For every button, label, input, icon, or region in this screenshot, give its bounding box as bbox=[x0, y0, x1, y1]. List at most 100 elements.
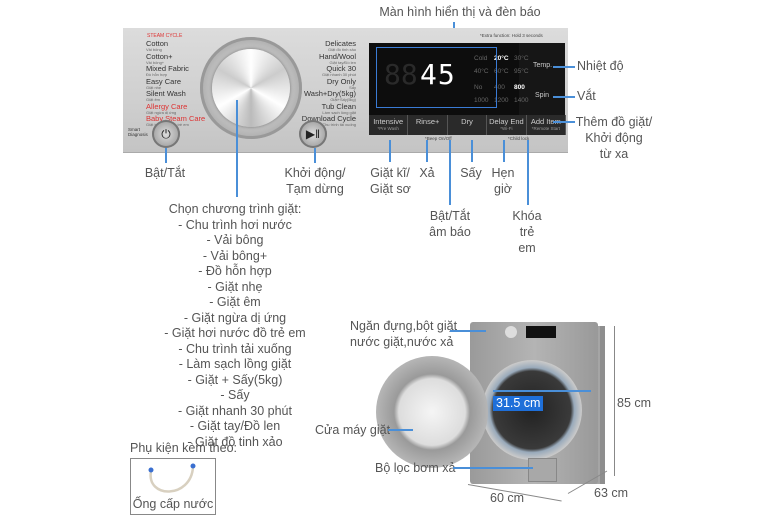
callout-line bbox=[388, 429, 413, 431]
dial-program-label: Quick 30 Giặt nhanh 30 phút bbox=[321, 64, 356, 77]
callout-line bbox=[553, 121, 575, 123]
dial-knob[interactable] bbox=[212, 49, 290, 127]
callout-text: Thêm đồ giặt/ bbox=[575, 115, 653, 129]
program-list-item: - Giặt hơi nước đồ trẻ em bbox=[164, 326, 306, 340]
callout-text: Tạm dừng bbox=[286, 182, 344, 196]
callout-text: Ngăn đựng,bột giặt bbox=[350, 319, 458, 333]
height-dimension-line bbox=[614, 326, 615, 476]
callout-line bbox=[426, 140, 428, 162]
door-callout: Cửa máy giặt bbox=[315, 423, 391, 437]
beep-note: *Beep On/Off bbox=[425, 136, 452, 141]
detergent-callout: Ngăn đựng,bột giặt nước giặt,nước xả bbox=[350, 318, 458, 350]
callout-line bbox=[503, 140, 505, 162]
temp-callout: Nhiệt độ bbox=[577, 59, 624, 73]
program-list-item: - Chu trình tải xuống bbox=[178, 341, 292, 356]
callout-line bbox=[165, 148, 167, 163]
callout-text: Hẹn bbox=[491, 166, 515, 180]
program-list-item: - Vải bông+ bbox=[202, 248, 268, 263]
start-pause-callout: Khởi động/ Tạm dừng bbox=[282, 165, 348, 197]
depth-label: 63 cm bbox=[594, 486, 629, 500]
rinse-callout: Xả bbox=[419, 166, 435, 180]
dimension-line bbox=[493, 390, 591, 392]
option-button-row: Intensive *Pre Wash Rinse+ Dry Delay End *Wi-… bbox=[369, 115, 567, 135]
program-list-item: - Giặt nhẹ bbox=[207, 279, 263, 294]
option-button[interactable]: Dry bbox=[448, 115, 488, 135]
accessories-heading: Phụ kiện kèm theo: bbox=[130, 441, 238, 455]
option-button[interactable]: Add Item *Remote Start bbox=[527, 115, 567, 135]
accessory-label: Ống cấp nước bbox=[132, 497, 214, 511]
dial-program-label: Hand/Wool Giặt tay/Đồ len bbox=[319, 51, 356, 65]
dial-program-label: Allergy Care Giặt ngừa dị ứng bbox=[146, 101, 188, 115]
power-callout: Bật/Tắt bbox=[144, 166, 186, 180]
callout-line bbox=[449, 140, 451, 205]
machine-door bbox=[376, 356, 488, 468]
smart-diagnosis-label: Smart Diagnosis bbox=[128, 127, 148, 137]
power-icon: ⏻ bbox=[161, 126, 171, 141]
option-button[interactable]: Delay End *Wi-Fi bbox=[487, 115, 527, 135]
program-list-item: - Sấy bbox=[220, 388, 250, 402]
callout-line bbox=[553, 96, 575, 98]
spin-option: 800 bbox=[514, 84, 525, 91]
machine-dial bbox=[505, 326, 517, 338]
play-pause-icon: ▶‖ bbox=[305, 127, 321, 141]
program-list-heading: Chọn chương trình giặt: bbox=[168, 202, 302, 216]
start-pause-button[interactable]: ▶‖ bbox=[299, 120, 327, 148]
option-button[interactable]: Rinse+ bbox=[408, 115, 448, 135]
beep-callout: Bật/Tắt âm báo bbox=[425, 208, 475, 240]
display-highlight bbox=[376, 47, 497, 108]
dry-callout: Sấy bbox=[460, 166, 482, 180]
program-list-item: - Giặt tay/Đồ len bbox=[189, 419, 281, 433]
temp-option: 30°C bbox=[514, 55, 529, 62]
dial-program-label: Wash+Dry(5kg) Giặt+Sấy(5kg) bbox=[303, 89, 356, 102]
temp-option: 95°C bbox=[514, 68, 529, 75]
dial-program-label: Dry Only Sấy bbox=[326, 76, 356, 90]
dial-program-label: Tub Clean Làm sạch lồng giặt bbox=[321, 101, 356, 115]
program-list: Chọn chương trình giặt: - Chu trình hơi … bbox=[150, 202, 320, 450]
power-button[interactable]: ⏻ bbox=[152, 120, 180, 148]
program-list-item: - Đồ hỗn hợp bbox=[198, 264, 272, 278]
option-button[interactable]: Intensive *Pre Wash bbox=[369, 115, 409, 135]
callout-text: Khởi động/ bbox=[284, 166, 346, 180]
callout-line bbox=[314, 148, 316, 163]
callout-line bbox=[553, 66, 575, 68]
program-list-items: - Chu trình hơi nước - Vải bông - Vải bông… bbox=[150, 218, 320, 451]
accessory-box: Ống cấp nước bbox=[130, 458, 216, 515]
callout-line bbox=[236, 100, 238, 197]
drum-diameter-label: 31.5 cm bbox=[493, 396, 544, 411]
program-list-item: - Giặt nhanh 30 phút bbox=[178, 403, 292, 418]
callout-text: Khóa bbox=[512, 209, 542, 223]
water-hose-icon bbox=[148, 463, 196, 493]
callout-line bbox=[389, 140, 391, 162]
program-list-item: - Làm sạch lồng giặt bbox=[178, 357, 292, 371]
callout-text: từ xa bbox=[599, 147, 629, 161]
dial-program-label: Silent Wash Giặt êm bbox=[146, 89, 186, 102]
delay-callout: Hẹn giờ bbox=[490, 165, 516, 197]
spin-callout: Vắt bbox=[577, 89, 596, 103]
program-list-item: - Chu trình hơi nước bbox=[178, 217, 292, 232]
program-list-item: - Vải bông bbox=[206, 233, 264, 247]
add-item-callout: Thêm đồ giặt/ Khởi động từ xa bbox=[574, 114, 654, 162]
callout-line bbox=[453, 467, 533, 469]
callout-text: em bbox=[518, 241, 536, 255]
display-side-panel bbox=[519, 43, 565, 115]
extra-function-note: *Extra function: Hold 3 seconds bbox=[480, 33, 543, 38]
pump-filter bbox=[528, 458, 557, 482]
callout-text: Khởi động bbox=[585, 131, 643, 145]
callout-text: trẻ bbox=[519, 225, 535, 239]
dial-program-label: Mixed Fabric Đồ hỗn hợp bbox=[146, 64, 189, 77]
machine-display bbox=[526, 326, 556, 338]
child-lock-callout: Khóa trẻ em bbox=[512, 208, 542, 256]
callout-text: nước giặt,nước xả bbox=[350, 335, 454, 349]
filter-callout: Bộ lọc bơm xả bbox=[375, 461, 456, 475]
callout-line bbox=[527, 140, 529, 205]
callout-text: Giặt sơ bbox=[370, 182, 411, 196]
display-callout-label: Màn hình hiển thị và đèn báo bbox=[379, 5, 541, 19]
dial-program-label: Delicates Giặt đồ tinh xảo bbox=[325, 39, 356, 52]
spin-button[interactable]: Spin bbox=[535, 92, 549, 99]
dial-program-label: Cotton+ Vải bông+ bbox=[146, 51, 173, 65]
width-label: 60 cm bbox=[490, 491, 525, 505]
dial-program-label: Cotton Vải bông bbox=[146, 39, 169, 52]
height-label: 85 cm bbox=[617, 396, 652, 410]
callout-text: Bật/Tắt bbox=[429, 209, 471, 223]
temp-button[interactable]: Temp. bbox=[533, 62, 552, 69]
